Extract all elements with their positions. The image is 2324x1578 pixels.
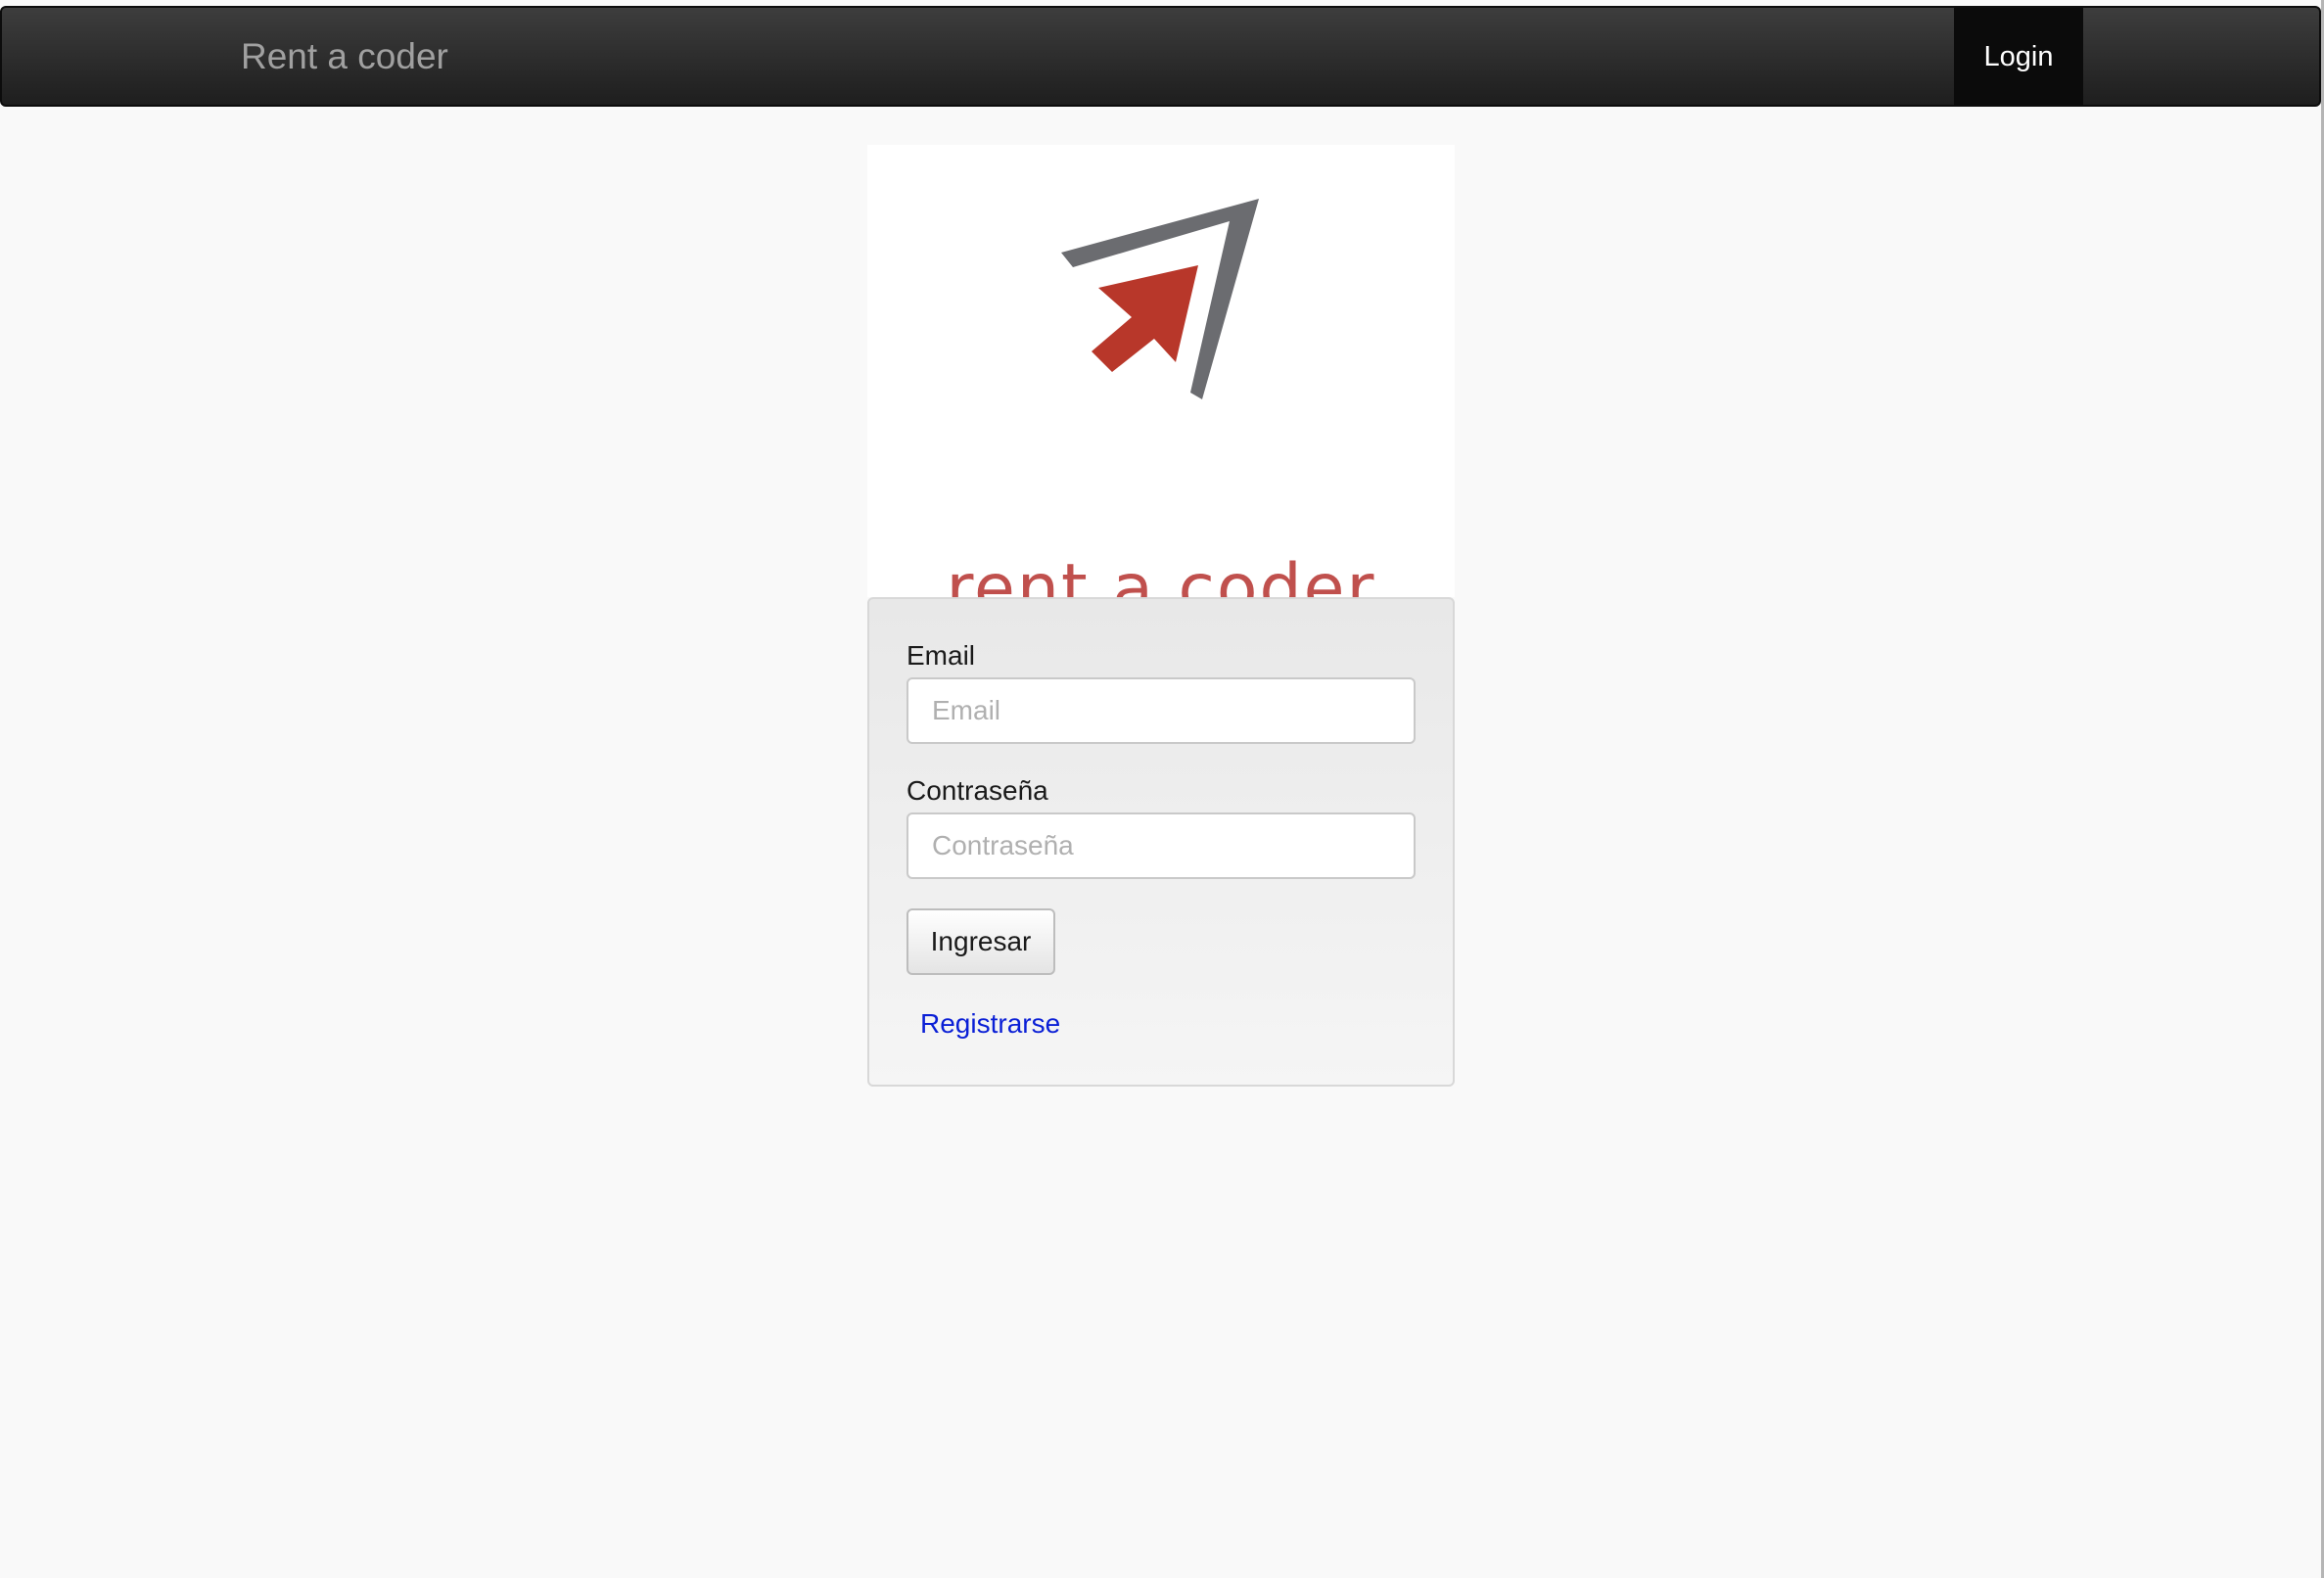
password-field[interactable] [906, 812, 1416, 879]
nav-login-link[interactable]: Login [1954, 8, 2083, 106]
password-label: Contraseña [906, 775, 1048, 806]
navbar-brand[interactable]: Rent a coder [241, 8, 448, 106]
login-form: Email Contraseña Ingresar Registrarse [867, 597, 1455, 1087]
email-field[interactable] [906, 677, 1416, 744]
logo-panel: rent a coder [867, 145, 1455, 623]
register-link[interactable]: Registrarse [920, 1008, 1060, 1040]
rent-a-coder-logo-icon [1061, 199, 1259, 399]
page: Rent a coder Login rent a coder Email Co… [0, 0, 2324, 1578]
logo-arrow-shape [1092, 265, 1198, 372]
top-navbar: Rent a coder Login [0, 6, 2321, 107]
email-label: Email [906, 640, 976, 671]
ingresar-button[interactable]: Ingresar [906, 908, 1055, 975]
